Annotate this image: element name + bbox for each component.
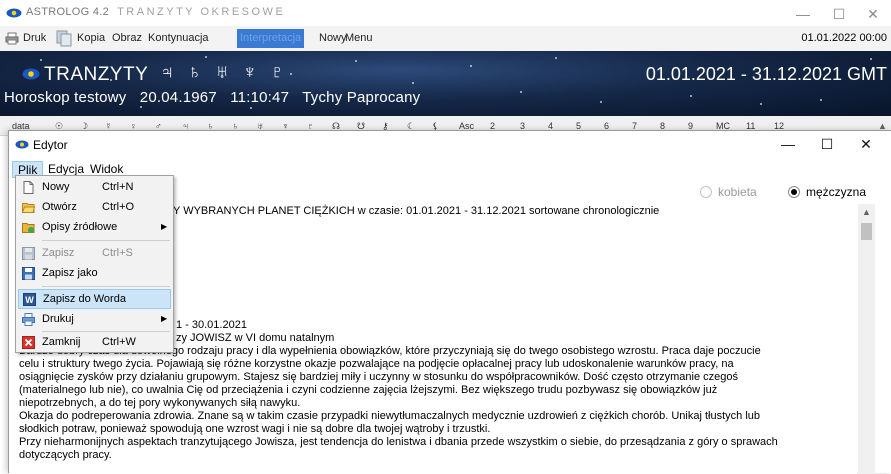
text-line: dotyczących pracy.: [19, 449, 112, 461]
submenu-arrow-icon: ▶: [161, 222, 168, 231]
astrolog-logo-icon: [22, 68, 40, 80]
menu-item-label: Zapisz jako: [42, 267, 98, 279]
minimize-button[interactable]: —: [786, 4, 820, 24]
text-line: niepotrzebnych, a do tej pory wykonywany…: [19, 397, 301, 409]
editor-scrollbar[interactable]: ▲: [858, 204, 875, 474]
editor-title: Edytor: [33, 138, 68, 152]
main-menu-bar: Druk Kopia Obraz Kontynuacja Interpretac…: [0, 26, 891, 51]
menu-item-label: Nowy: [42, 181, 70, 193]
astrolog-logo-icon: [6, 8, 22, 18]
menu-separator: [42, 331, 170, 332]
scroll-up-arrow-icon[interactable]: ▲: [858, 204, 875, 221]
submenu-arrow-icon: ▶: [161, 314, 168, 323]
date-range: 01.01.2021 - 31.12.2021 GMT: [645, 64, 887, 84]
new-document-icon: [23, 181, 34, 194]
close-red-icon: [22, 336, 35, 349]
menu-item-zapisz-jako[interactable]: Zapisz jako: [16, 264, 173, 284]
text-line: zy JOWISZ w VI domu natalnym: [176, 332, 335, 344]
close-button[interactable]: ✕: [856, 4, 890, 24]
menu-interpretacja[interactable]: Interpretacja: [237, 29, 305, 48]
astrolog-logo-icon: [15, 140, 29, 149]
menu-item-label: Zapisz do Worda: [43, 293, 126, 305]
current-date: 01.01.2022 00:00: [801, 32, 887, 44]
menu-item-nowy[interactable]: Nowy Ctrl+N: [16, 178, 173, 198]
editor-title-bar: Edytor — ☐ ✕: [9, 131, 891, 158]
maximize-button[interactable]: ☐: [822, 4, 856, 24]
menu-item-zapisz-do-worda[interactable]: W Zapisz do Worda: [18, 289, 171, 309]
gender-male-label: mężczyzna: [806, 185, 867, 199]
birth-place: Tychy Paprocany: [302, 89, 421, 106]
menu-item-shortcut: Ctrl+W: [102, 336, 136, 348]
text-line: Y WYBRANYCH PLANET CIĘŻKICH w czasie: 01…: [173, 205, 660, 217]
transit-banner: TRANZYTY ♃ ♄ ♅ ♆ ♇ 01.01.2021 - 31.12.20…: [0, 51, 891, 116]
text-line: słodkich potraw, ponieważ spowodują one …: [19, 423, 491, 435]
gender-female-radio[interactable]: [700, 186, 712, 198]
gender-male-radio[interactable]: [788, 186, 800, 198]
printer-icon: [22, 313, 35, 326]
plik-dropdown-menu: Nowy Ctrl+N Otwórz Ctrl+O Opisy źródłowe…: [15, 175, 174, 353]
menu-item-otworz[interactable]: Otwórz Ctrl+O: [16, 198, 173, 218]
menu-item-label: Otwórz: [42, 201, 77, 213]
save-icon: [22, 247, 35, 260]
menu-item-opisy-zrodlowe[interactable]: Opisy źródłowe ▶: [16, 218, 173, 238]
menu-nowy[interactable]: Nowy: [319, 32, 347, 44]
menu-kopia[interactable]: Kopia: [77, 32, 105, 44]
text-line: Przy nieharmonijnych aspektach tranzytuj…: [19, 436, 778, 448]
menu-druk[interactable]: Druk: [23, 32, 46, 44]
text-line: osiągnięcie zysków przy działaniu grupow…: [19, 371, 738, 383]
editor-minimize-button[interactable]: —: [771, 134, 805, 154]
copy-icon: [56, 30, 72, 47]
text-line: (materialnego lub nie), co uwalnia Cię o…: [19, 384, 718, 396]
menu-kontynuacja[interactable]: Kontynuacja: [148, 32, 209, 44]
scroll-thumb[interactable]: [861, 223, 872, 240]
app-subtitle: TRANZYTY OKRESOWE: [117, 6, 286, 18]
menu-separator: [42, 286, 170, 287]
source-folder-icon: [22, 223, 35, 233]
main-title-bar: ASTROLOG 4.2 TRANZYTY OKRESOWE — ☐ ✕: [0, 0, 891, 26]
menu-separator: [42, 240, 170, 241]
editor-maximize-button[interactable]: ☐: [810, 134, 844, 154]
printer-icon: [5, 32, 19, 45]
menu-item-shortcut: Ctrl+N: [102, 181, 134, 193]
text-line: celu i struktury twego życia. Pojawiają …: [19, 358, 734, 370]
menu-item-label: Zamknij: [42, 336, 81, 348]
horoscope-info: Horoskop testowy 20.04.1967 11:10:47 Tyc…: [4, 89, 429, 106]
menu-item-shortcut: Ctrl+S: [102, 247, 133, 259]
menu-item-zapisz[interactable]: Zapisz Ctrl+S: [16, 244, 173, 264]
menu-item-label: Drukuj: [42, 313, 74, 325]
menu-obraz[interactable]: Obraz: [112, 32, 142, 44]
menu-item-drukuj[interactable]: Drukuj ▶: [16, 310, 173, 330]
birth-date: 20.04.1967: [139, 89, 217, 106]
app-title: ASTROLOG 4.2 TRANZYTY OKRESOWE: [26, 6, 286, 18]
menu-item-zamknij[interactable]: Zamknij Ctrl+W: [16, 333, 173, 353]
banner-title: TRANZYTY: [44, 64, 149, 85]
svg-text:W: W: [25, 295, 34, 305]
editor-close-button[interactable]: ✕: [849, 134, 883, 154]
menu-item-label: Opisy źródłowe: [42, 221, 118, 233]
menu-menu[interactable]: Menu: [345, 32, 373, 44]
gender-female-label: kobieta: [718, 185, 757, 199]
word-icon: W: [23, 293, 36, 306]
horoscope-name: Horoskop testowy: [4, 89, 127, 106]
menu-item-label: Zapisz: [42, 247, 75, 259]
save-as-icon: [22, 267, 35, 280]
text-line: Okazja do podreperowania zdrowia. Znane …: [19, 410, 761, 422]
text-line: 1 - 30.01.2021: [176, 319, 247, 331]
birth-time: 11:10:47: [230, 89, 290, 106]
menu-item-shortcut: Ctrl+O: [102, 201, 135, 213]
planet-glyphs: ♃ ♄ ♅ ♆ ♇: [160, 62, 289, 83]
open-folder-icon: [22, 203, 35, 213]
